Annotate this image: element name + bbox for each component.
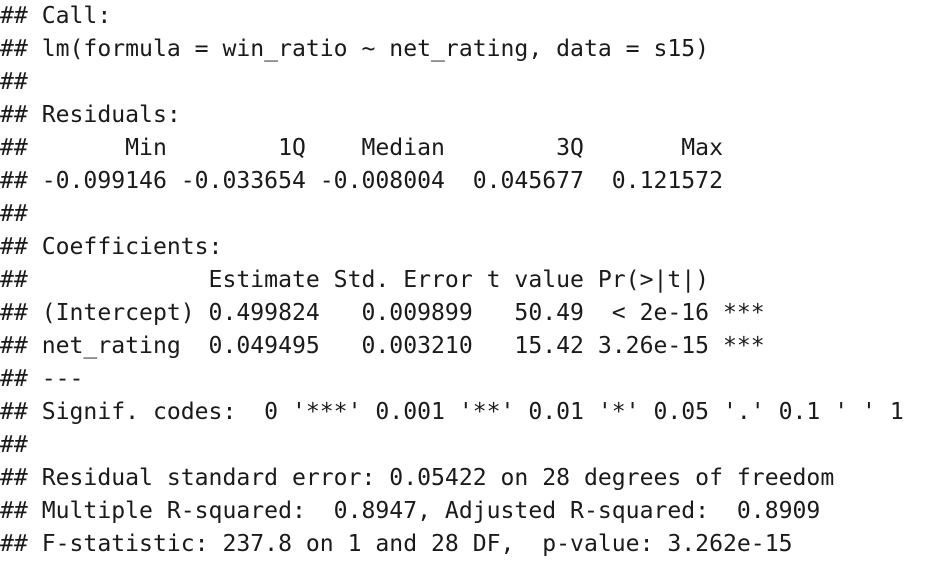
call-formula: ## lm(formula = win_ratio ~ net_rating, … (0, 36, 710, 62)
call-header: ## Call: (0, 3, 112, 29)
residuals-column-headers: ## Min 1Q Median 3Q Max (0, 135, 723, 161)
r-console-output: ## Call: ## lm(formula = win_ratio ~ net… (0, 0, 950, 557)
coefficients-column-headers: ## Estimate Std. Error t value Pr(>|t|) (0, 267, 710, 293)
separator-line: ## --- (0, 366, 84, 392)
blank-comment-line: ## (0, 201, 28, 227)
coefficients-header: ## Coefficients: (0, 234, 223, 260)
blank-comment-line: ## (0, 69, 28, 95)
residual-standard-error: ## Residual standard error: 0.05422 on 2… (0, 465, 835, 491)
r-squared-summary: ## Multiple R-squared: 0.8947, Adjusted … (0, 498, 821, 524)
signif-codes-legend: ## Signif. codes: 0 '***' 0.001 '**' 0.0… (0, 399, 904, 425)
residuals-values: ## -0.099146 -0.033654 -0.008004 0.04567… (0, 168, 723, 194)
blank-comment-line: ## (0, 432, 28, 458)
f-statistic-summary: ## F-statistic: 237.8 on 1 and 28 DF, p-… (0, 531, 793, 557)
coefficient-row-net-rating: ## net_rating 0.049495 0.003210 15.42 3.… (0, 333, 765, 359)
coefficient-row-intercept: ## (Intercept) 0.499824 0.009899 50.49 <… (0, 300, 765, 326)
residuals-header: ## Residuals: (0, 102, 181, 128)
